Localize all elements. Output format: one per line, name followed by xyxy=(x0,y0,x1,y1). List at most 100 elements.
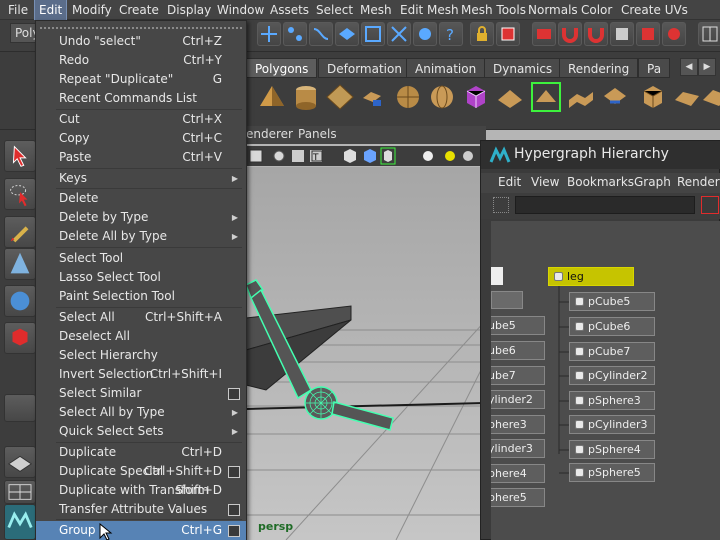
menu-item-keys[interactable]: Keys ▶ xyxy=(36,169,246,188)
menu-assets[interactable]: Assets xyxy=(270,0,309,20)
menu-select[interactable]: Select xyxy=(316,0,353,20)
option-box-icon[interactable] xyxy=(228,388,240,400)
render-settings-icon[interactable] xyxy=(662,22,686,46)
hg-node-leg[interactable]: leg xyxy=(548,267,634,286)
shelf-scroll-right-icon[interactable]: ▶ xyxy=(698,58,716,76)
magnet-plane-icon[interactable] xyxy=(584,22,608,46)
menu-item-paint-selection-tool[interactable]: Paint Selection Tool xyxy=(36,287,246,306)
menu-create[interactable]: Create xyxy=(119,0,159,20)
hg-node-left[interactable]: ylinder2 xyxy=(491,390,545,409)
menu-item-delete[interactable]: Delete xyxy=(36,189,246,208)
option-box-icon[interactable] xyxy=(228,504,240,516)
menu-tear-off[interactable] xyxy=(40,27,242,29)
menu-mesh[interactable]: Mesh xyxy=(360,0,392,20)
menu-item-duplicate-with-transform[interactable]: Duplicate with Transform Shift+D xyxy=(36,481,246,500)
rotate-tool-icon[interactable] xyxy=(4,285,36,317)
hypergraph-graph-area[interactable]: leg ube5 ube6 ube7 ylinder2 phere3 ylind… xyxy=(491,221,720,540)
hg-menu-view[interactable]: View xyxy=(531,175,559,189)
plane-icon[interactable] xyxy=(325,82,355,112)
menu-item-select-hierarchy[interactable]: Select Hierarchy xyxy=(36,346,246,365)
hg-node-pcube5[interactable]: pCube5 xyxy=(569,292,655,311)
menu-item-repeat[interactable]: Repeat "Duplicate" G xyxy=(36,70,246,89)
menu-item-select-all[interactable]: Select All Ctrl+Shift+A xyxy=(36,308,246,327)
sphere-icon[interactable] xyxy=(393,82,423,112)
layout-four-icon[interactable] xyxy=(4,480,36,504)
sphere-wire-icon[interactable] xyxy=(427,82,457,112)
viewport-menu-panels[interactable]: Panels xyxy=(298,127,337,141)
hg-menu-bookmarks[interactable]: Bookmarks xyxy=(567,175,634,189)
menu-item-transfer-attribute-values[interactable]: Transfer Attribute Values xyxy=(36,500,246,519)
bridge-icon[interactable] xyxy=(566,82,596,112)
snap-curve-icon[interactable] xyxy=(309,22,333,46)
hg-menu-rendering[interactable]: Renderin xyxy=(677,175,720,189)
menu-item-quick-select-sets[interactable]: Quick Select Sets ▶ xyxy=(36,422,246,441)
extrude-icon[interactable] xyxy=(359,82,389,112)
menu-item-lasso-select-tool[interactable]: Lasso Select Tool xyxy=(36,268,246,287)
hypergraph-titlebar[interactable]: Hypergraph Hierarchy xyxy=(481,141,720,169)
menu-item-deselect-all[interactable]: Deselect All xyxy=(36,327,246,346)
option-box-icon[interactable] xyxy=(228,525,240,537)
menu-item-recent-commands[interactable]: Recent Commands List xyxy=(36,89,246,108)
menu-item-duplicate[interactable]: Duplicate Ctrl+D xyxy=(36,443,246,462)
menu-item-copy[interactable]: Copy Ctrl+C xyxy=(36,129,246,148)
hg-node-pcylinder2[interactable]: pCylinder2 xyxy=(569,366,655,385)
menu-item-paste[interactable]: Paste Ctrl+V xyxy=(36,148,246,167)
lock-icon[interactable] xyxy=(470,22,494,46)
ipr-render-icon[interactable] xyxy=(636,22,660,46)
hg-menu-edit[interactable]: Edit xyxy=(498,175,521,189)
merge-icon[interactable] xyxy=(600,82,630,112)
menu-item-cut[interactable]: Cut Ctrl+X xyxy=(36,110,246,129)
magnet-icon[interactable] xyxy=(558,22,582,46)
hg-node-left[interactable]: phere5 xyxy=(491,488,545,507)
paint-select-tool-icon[interactable] xyxy=(4,216,36,248)
menu-edit-mesh[interactable]: Edit Mesh xyxy=(400,0,459,20)
option-box-icon[interactable] xyxy=(228,466,240,478)
menu-file[interactable]: File xyxy=(8,0,28,20)
menu-display[interactable]: Display xyxy=(167,0,211,20)
tab-pa[interactable]: Pa xyxy=(638,58,671,78)
scale-tool-icon[interactable] xyxy=(4,322,36,354)
menu-item-redo[interactable]: Redo Ctrl+Y xyxy=(36,51,246,70)
hg-node-pcube6[interactable]: pCube6 xyxy=(569,317,655,336)
hg-node-left[interactable]: ube6 xyxy=(491,341,545,360)
hg-node-psphere5[interactable]: pSphere5 xyxy=(569,463,655,482)
menu-item-select-all-by-type[interactable]: Select All by Type ▶ xyxy=(36,403,246,422)
hg-node-left[interactable]: phere3 xyxy=(491,415,545,434)
menu-window[interactable]: Window xyxy=(217,0,264,20)
help-icon[interactable]: ? xyxy=(439,22,463,46)
menu-modify[interactable]: Modify xyxy=(72,0,112,20)
snap-live-icon[interactable] xyxy=(413,22,437,46)
hg-node-left[interactable]: phere4 xyxy=(491,464,545,483)
menu-create-uvs[interactable]: Create UVs xyxy=(621,0,688,20)
tab-polygons[interactable]: Polygons xyxy=(246,58,318,78)
tab-animation[interactable]: Animation xyxy=(406,58,486,78)
viewport-menu-renderer[interactable]: enderer xyxy=(246,127,293,141)
menu-item-duplicate-special[interactable]: Duplicate Special Ctrl+Shift+D xyxy=(36,462,246,481)
cube-icon[interactable] xyxy=(638,82,668,112)
hg-node-left[interactable]: ube7 xyxy=(491,366,545,385)
select-tool-icon[interactable] xyxy=(4,140,36,172)
panel-layout-icon[interactable] xyxy=(698,22,720,46)
show-manipulator-icon[interactable] xyxy=(4,394,36,422)
smooth-icon[interactable] xyxy=(672,82,702,112)
subdivide-icon[interactable] xyxy=(700,82,720,112)
menu-color[interactable]: Color xyxy=(581,0,612,20)
menu-mesh-tools[interactable]: Mesh Tools xyxy=(461,0,526,20)
construction-history-icon[interactable] xyxy=(532,22,556,46)
hg-node-psphere4[interactable]: pSphere4 xyxy=(569,440,655,459)
move-tool-icon[interactable] xyxy=(4,248,36,280)
hg-frame-icon[interactable] xyxy=(701,196,719,214)
menu-edit[interactable]: Edit xyxy=(33,0,68,21)
lasso-tool-icon[interactable] xyxy=(4,178,36,210)
hg-search-field[interactable] xyxy=(515,196,695,214)
select-highlight-icon[interactable] xyxy=(496,22,520,46)
tab-rendering[interactable]: Rendering xyxy=(559,58,639,78)
hg-node-psphere3[interactable]: pSphere3 xyxy=(569,391,655,410)
menu-item-select-tool[interactable]: Select Tool xyxy=(36,249,246,268)
hg-node-pcube7[interactable]: pCube7 xyxy=(569,342,655,361)
menu-item-delete-all-by-type[interactable]: Delete All by Type ▶ xyxy=(36,227,246,246)
menu-item-undo[interactable]: Undo "select" Ctrl+Z xyxy=(36,32,246,51)
tab-deformation[interactable]: Deformation xyxy=(318,58,411,78)
split-edge-icon[interactable] xyxy=(531,82,561,112)
menu-item-group[interactable]: Group Ctrl+G xyxy=(36,521,246,540)
